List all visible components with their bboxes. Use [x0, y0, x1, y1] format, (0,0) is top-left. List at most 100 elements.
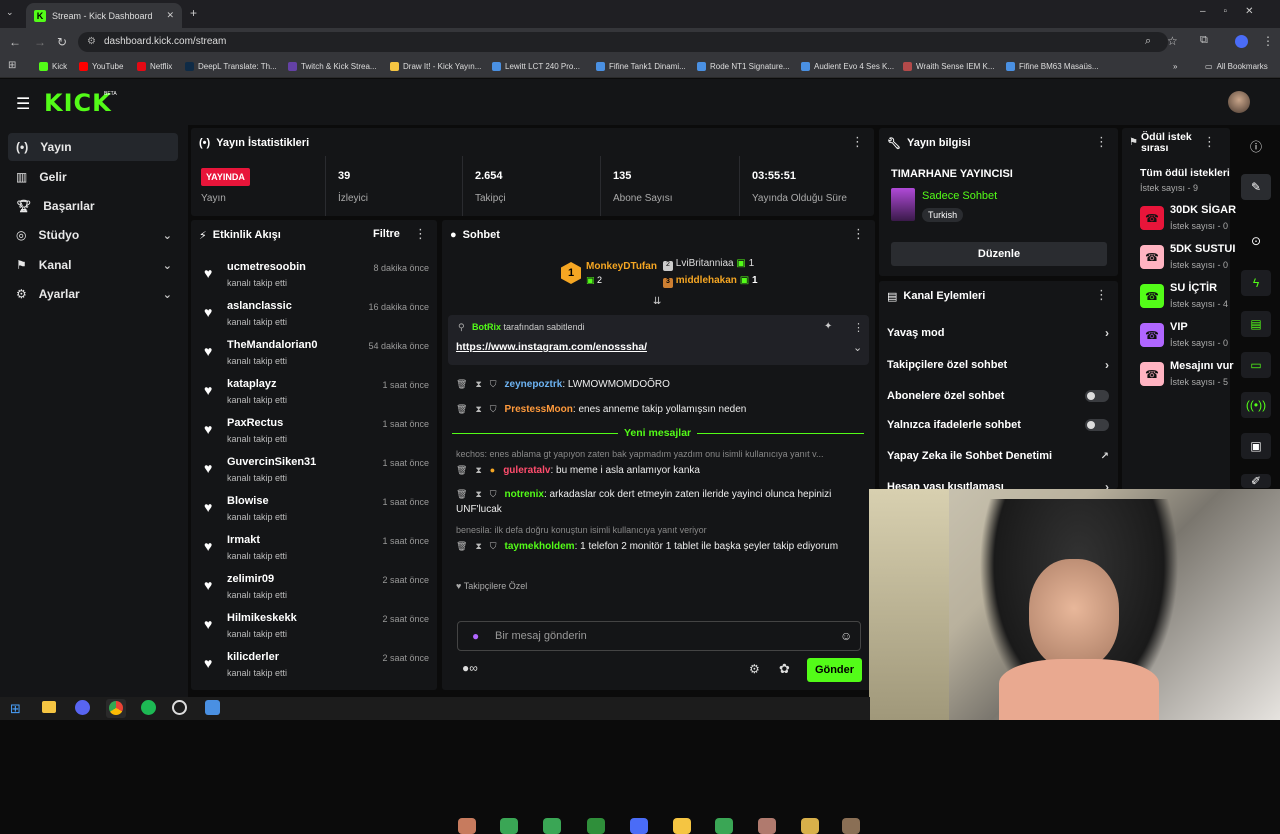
browser-tab[interactable]: K Stream - Kick Dashboard ✕ — [26, 3, 182, 28]
leader-1-name[interactable]: MonkeyDTufan — [586, 261, 657, 272]
emote-only-toggle[interactable] — [1085, 419, 1109, 431]
bookmark-8[interactable]: Rode NT1 Signature... — [697, 62, 790, 71]
chat-input[interactable]: ● Bir mesaj gönderin ☺ — [457, 621, 861, 651]
emote[interactable] — [801, 818, 819, 834]
activity-item[interactable]: ♥ kilicderler kanalı takip etti 2 saat önce — [201, 649, 429, 685]
activity-item[interactable]: ♥ Hilmikeskekk kanalı takip etti 2 saat önc… — [201, 610, 429, 646]
stream-info-more-icon[interactable]: ⋮ — [1095, 135, 1108, 148]
sidebar-item-kanal[interactable]: ⚑ Kanal ⌄ — [8, 251, 178, 279]
stats-more-icon[interactable]: ⋮ — [851, 135, 864, 148]
kick-logo[interactable]: KICK — [44, 89, 112, 117]
sidebar-item-yayin[interactable]: (•) Yayın — [8, 133, 178, 161]
emote[interactable] — [587, 818, 605, 834]
forward-icon[interactable]: → — [34, 35, 46, 49]
apps-grid-icon[interactable]: ⊞ — [8, 60, 16, 71]
bookmark-6[interactable]: Lewitt LCT 240 Pro... — [492, 62, 580, 71]
emote[interactable] — [543, 818, 561, 834]
browser-menu-icon[interactable]: ⋮ — [1262, 34, 1274, 48]
channel-actions-more-icon[interactable]: ⋮ — [1095, 288, 1108, 301]
activity-more-icon[interactable]: ⋮ — [414, 227, 427, 240]
activity-item[interactable]: ♥ Blowise kanalı takip etti 1 saat önce — [201, 493, 429, 529]
bookmark-11[interactable]: Fifine BM63 Masaüs... — [1006, 62, 1099, 71]
lightning-icon[interactable]: ϟ — [1241, 270, 1271, 296]
activity-item[interactable]: ♥ Irmakt kanalı takip etti 1 saat önce — [201, 532, 429, 568]
spotify-icon[interactable] — [141, 700, 156, 715]
activity-item[interactable]: ♥ GuvercinSiken31 kanalı takip etti 1 saat … — [201, 454, 429, 490]
microphone-icon[interactable]: ● — [472, 629, 479, 643]
emote[interactable] — [458, 818, 476, 834]
bookmark-0[interactable]: Kick — [39, 62, 67, 71]
profile-avatar[interactable] — [1235, 35, 1248, 48]
site-info-icon[interactable]: ⚙ — [87, 32, 96, 52]
activity-item[interactable]: ♥ aslanclassic kanalı takip etti 16 dakika … — [201, 298, 429, 334]
sidebar-item-ayarlar[interactable]: ⚙ Ayarlar ⌄ — [8, 280, 178, 308]
emote[interactable] — [500, 818, 518, 834]
sidebar-item-studyo[interactable]: ◎ Stüdyo ⌄ — [8, 221, 178, 249]
reward-item[interactable]: ☎ Mesajını vur İstek sayısı - 5 — [1140, 358, 1235, 396]
broadcast-icon[interactable]: ((•)) — [1241, 392, 1271, 418]
activity-item[interactable]: ♥ kataplayz kanalı takip etti 1 saat önce — [201, 376, 429, 412]
new-tab-icon[interactable]: + — [190, 6, 197, 20]
edit-button[interactable]: Düzenle — [891, 242, 1107, 266]
tab-search-icon[interactable]: ⌄ — [6, 7, 14, 18]
bookmark-2[interactable]: Netflix — [137, 62, 172, 71]
reward-item[interactable]: ☎ 5DK SUSTUI İstek sayısı - 0 — [1140, 241, 1235, 279]
chat-bubble-icon[interactable]: ▭ — [1241, 352, 1271, 378]
back-icon[interactable]: ← — [9, 35, 21, 49]
edit-icon[interactable]: ✎ — [1241, 174, 1271, 200]
all-bookmarks[interactable]: ▭ All Bookmarks — [1205, 62, 1268, 71]
points-icon[interactable]: ●∞ — [462, 661, 478, 675]
activity-item[interactable]: ♥ ucmetresoobin kanalı takip etti 8 dakika … — [201, 259, 429, 295]
reload-icon[interactable]: ↻ — [57, 35, 67, 49]
layout-icon[interactable]: ▣ — [1241, 433, 1271, 459]
bookmark-7[interactable]: Fifine Tank1 Dinami... — [596, 62, 686, 71]
emote[interactable] — [630, 818, 648, 834]
category-name[interactable]: Sadece Sohbet — [922, 190, 997, 202]
bookmark-5[interactable]: Draw It! - Kick Yayın... — [390, 62, 481, 71]
file-explorer-icon[interactable] — [42, 701, 56, 713]
activity-item[interactable]: ♥ TheMandalorian0 kanalı takip etti 54 daki… — [201, 337, 429, 373]
info-icon[interactable]: ⓘ — [1241, 133, 1271, 159]
bookmark-9[interactable]: Audient Evo 4 Ses K... — [801, 62, 894, 71]
bookmark-10[interactable]: Wraith Sense IEM K... — [903, 62, 995, 71]
ai-moderation-row[interactable]: Yapay Zeka ile Sohbet Denetimi ↗ — [887, 444, 1111, 468]
pinned-link[interactable]: https://www.instagram.com/enosssha/ — [456, 341, 647, 353]
zoom-icon[interactable]: ⌕ — [1145, 35, 1151, 48]
emoji-icon[interactable]: ☺ — [840, 629, 852, 643]
chat-settings-icon[interactable]: ⚙ — [749, 662, 760, 676]
close-tab-icon[interactable]: ✕ — [166, 10, 174, 21]
activity-item[interactable]: ♥ PaxRectus kanalı takip etti 1 saat önce — [201, 415, 429, 451]
target-icon[interactable]: ⊙ — [1241, 228, 1271, 254]
leader-2[interactable]: 2 LviBritanniaa ▣ 1 — [663, 258, 754, 271]
discord-icon[interactable] — [75, 700, 90, 715]
tool-icon[interactable]: ✐ — [1241, 474, 1271, 488]
unpin-icon[interactable]: ✦ — [824, 321, 832, 332]
chat-more-icon[interactable]: ⋮ — [852, 227, 865, 240]
user-avatar[interactable] — [1228, 91, 1250, 113]
reward-item[interactable]: ☎ VIP İstek sayısı - 0 — [1140, 319, 1235, 357]
emote[interactable] — [842, 818, 860, 834]
emote[interactable] — [758, 818, 776, 834]
reward-item[interactable]: ☎ 30DK SİGAR İstek sayısı - 0 — [1140, 202, 1236, 240]
obs-icon[interactable] — [172, 700, 187, 715]
gift-icon[interactable]: ✿ — [779, 661, 790, 677]
collapse-leaderboard-icon[interactable]: ⇊ — [653, 296, 661, 307]
chrome-icon-wrap[interactable] — [106, 699, 126, 718]
all-rewards[interactable]: Tüm ödül istekleri — [1140, 167, 1230, 179]
emote[interactable] — [715, 818, 733, 834]
slow-mode-row[interactable]: Yavaş mod › — [887, 321, 1111, 345]
bookmark-star-icon[interactable]: ☆ — [1167, 34, 1178, 48]
window-controls[interactable]: –▫✕ — [1200, 6, 1272, 17]
rewards-more-icon[interactable]: ⋮ — [1203, 135, 1216, 148]
account-age-row[interactable]: Hesap yaşı kısıtlaması › — [887, 475, 1111, 489]
bookmark-1[interactable]: YouTube — [79, 62, 123, 71]
activity-item[interactable]: ♥ zelimir09 kanalı takip etti 2 saat önce — [201, 571, 429, 607]
pinned-more-icon[interactable]: ⋮ — [853, 321, 864, 334]
sidebar-item-gelir[interactable]: ▥ Gelir — [8, 163, 178, 191]
extensions-icon[interactable]: ⧉ — [1200, 34, 1208, 47]
sidebar-item-basarilar[interactable]: 🏆︎ Başarılar — [8, 192, 178, 220]
windows-start-icon[interactable]: ⊞ — [10, 701, 21, 717]
url-input[interactable]: ⚙ dashboard.kick.com/stream — [78, 32, 1168, 52]
reward-item[interactable]: ☎ SU İÇTİR İstek sayısı - 4 — [1140, 280, 1235, 318]
bookmark-4[interactable]: Twitch & Kick Strea... — [288, 62, 377, 71]
